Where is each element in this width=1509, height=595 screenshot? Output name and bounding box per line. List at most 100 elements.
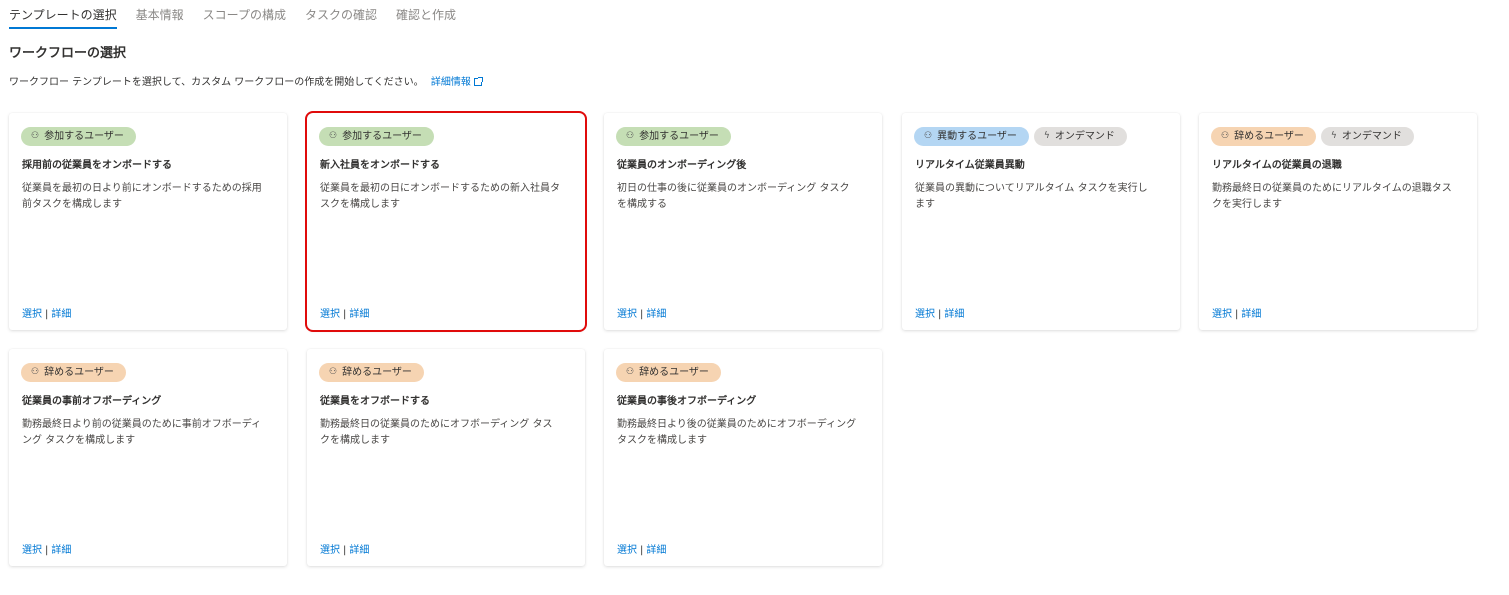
wizard-tabs: テンプレートの選択 基本情報 スコープの構成 タスクの確認 確認と作成 <box>9 6 475 30</box>
template-card[interactable]: ⚇ 参加するユーザー新入社員をオンボードする従業員を最初の日にオンボードするための… <box>305 111 587 332</box>
details-link[interactable]: 詳細 <box>646 309 666 320</box>
category-badge: ⚇ 異動するユーザー <box>914 127 1029 146</box>
page-description: ワークフロー テンプレートを選択して、カスタム ワークフローの作成を開始してくだ… <box>9 73 483 88</box>
details-link[interactable]: 詳細 <box>51 309 71 320</box>
badge-label: 異動するユーザー <box>937 131 1017 142</box>
tab-configure-scope[interactable]: スコープの構成 <box>203 6 286 30</box>
badge-label: オンデマンド <box>1054 131 1115 142</box>
user-group-icon: ⚇ <box>626 131 635 141</box>
card-title: 従業員のオンボーディング後 <box>617 160 747 171</box>
select-link[interactable]: 選択 <box>617 545 637 556</box>
category-badge: ϟ オンデマンド <box>1033 127 1127 146</box>
card-title: 従業員の事後オフボーディング <box>617 396 757 407</box>
card-title: 従業員をオフボードする <box>320 396 430 407</box>
select-link[interactable]: 選択 <box>1212 309 1232 320</box>
card-badges: ⚇ 辞めるユーザー ϟ オンデマンド <box>1211 127 1414 146</box>
card-description: 勤務最終日より前の従業員のために事前オフボーディング タスクを構成します <box>22 419 262 446</box>
select-link[interactable]: 選択 <box>320 545 340 556</box>
select-link[interactable]: 選択 <box>617 309 637 320</box>
card-description: 勤務最終日より後の従業員のためにオフボーディング タスクを構成します <box>617 419 857 446</box>
card-title: リアルタイム従業員異動 <box>915 160 1025 171</box>
template-card[interactable]: ⚇ 辞めるユーザー ϟ オンデマンドリアルタイムの従業員の退職勤務最終日の従業員のため… <box>1199 113 1477 330</box>
badge-label: 参加するユーザー <box>639 131 719 142</box>
user-group-icon: ⚇ <box>31 131 40 141</box>
select-link[interactable]: 選択 <box>22 545 42 556</box>
link-separator: | <box>938 309 942 320</box>
category-badge: ⚇ 辞めるユーザー <box>21 363 126 382</box>
link-separator: | <box>45 545 49 556</box>
template-card[interactable]: ⚇ 参加するユーザー採用前の従業員をオンボードする従業員を最初の日より前にオンボー… <box>9 113 287 330</box>
badge-label: 参加するユーザー <box>44 131 124 142</box>
details-link[interactable]: 詳細 <box>646 545 666 556</box>
badge-label: 辞めるユーザー <box>1234 131 1304 142</box>
template-card[interactable]: ⚇ 参加するユーザー 従業員のオンボーディング後 初日の仕事の後に従業員のオンボーディ… <box>604 113 882 330</box>
link-separator: | <box>343 309 347 320</box>
select-link[interactable]: 選択 <box>22 309 42 320</box>
card-description: 従業員を最初の日より前にオンボードするための採用前タスクを構成します <box>22 183 262 210</box>
details-link[interactable]: 詳細 <box>349 545 369 556</box>
learn-more-label: 詳細情報 <box>430 77 471 88</box>
user-group-icon: ⚇ <box>329 131 338 141</box>
card-links: 選択 | 詳細 <box>617 305 666 320</box>
section-title: ワークフローの選択 <box>9 46 127 61</box>
tab-review-create[interactable]: 確認と作成 <box>396 6 456 30</box>
card-badges: ⚇ 参加するユーザー <box>319 127 434 146</box>
card-title: 新入社員をオンボードする <box>320 160 440 171</box>
badge-label: 辞めるユーザー <box>44 367 114 378</box>
badge-label: オンデマンド <box>1341 131 1402 142</box>
select-link[interactable]: 選択 <box>320 309 340 320</box>
details-link[interactable]: 詳細 <box>944 309 964 320</box>
tab-basic-info[interactable]: 基本情報 <box>136 6 184 30</box>
category-badge: ⚇ 辞めるユーザー <box>1211 127 1316 146</box>
category-badge: ⚇ 参加するユーザー <box>21 127 136 146</box>
card-title: リアルタイムの従業員の退職 <box>1212 160 1342 171</box>
card-badges: ⚇ 辞めるユーザー <box>319 363 424 382</box>
badge-label: 参加するユーザー <box>342 131 422 142</box>
card-description: 勤務最終日の従業員のためにリアルタイムの退職タスクを実行します <box>1212 183 1452 210</box>
details-link[interactable]: 詳細 <box>1241 309 1261 320</box>
external-link-icon <box>473 77 483 86</box>
template-card[interactable]: ⚇ 辞めるユーザー従業員の事後オフボーディング勤務最終日より後の従業員のためにオフ… <box>604 349 882 566</box>
link-separator: | <box>640 545 644 556</box>
category-badge: ⚇ 参加するユーザー <box>319 127 434 146</box>
card-badges: ⚇ 辞めるユーザー <box>616 363 721 382</box>
template-card[interactable]: ⚇ 辞めるユーザー従業員の事前オフボーディング勤務最終日より前の従業員のために事前… <box>9 349 287 566</box>
card-description: 従業員を最初の日にオンボードするための新入社員タスクを構成します <box>320 183 560 210</box>
card-links: 選択 | 詳細 <box>915 305 964 320</box>
link-separator: | <box>343 545 347 556</box>
template-card[interactable]: ⚇ 辞めるユーザー従業員をオフボードする勤務最終日の従業員のためにオフボーディング… <box>307 349 585 566</box>
category-badge: ⚇ 参加するユーザー <box>616 127 731 146</box>
details-link[interactable]: 詳細 <box>349 309 369 320</box>
category-badge: ⚇ 辞めるユーザー <box>319 363 424 382</box>
user-group-icon: ⚇ <box>329 367 338 377</box>
tab-review-tasks[interactable]: タスクの確認 <box>305 6 377 30</box>
card-links: 選択 | 詳細 <box>617 541 666 556</box>
card-badges: ⚇ 参加するユーザー <box>21 127 136 146</box>
card-description: 勤務最終日の従業員のためにオフボーディング タスクを構成します <box>320 419 553 446</box>
card-title: 従業員の事前オフボーディング <box>22 396 162 407</box>
select-link[interactable]: 選択 <box>915 309 935 320</box>
lightning-icon: ϟ <box>1043 131 1050 141</box>
category-badge: ϟ オンデマンド <box>1320 127 1414 146</box>
card-badges: ⚇ 異動するユーザー ϟ オンデマンド <box>914 127 1127 146</box>
card-links: 選択 | 詳細 <box>22 541 71 556</box>
card-title: 採用前の従業員をオンボードする <box>22 160 172 171</box>
card-links: 選択 | 詳細 <box>1212 305 1261 320</box>
category-badge: ⚇ 辞めるユーザー <box>616 363 721 382</box>
learn-more-link[interactable]: 詳細情報 <box>430 77 483 88</box>
link-separator: | <box>640 309 644 320</box>
details-link[interactable]: 詳細 <box>51 545 71 556</box>
template-card[interactable]: ⚇ 異動するユーザー ϟ オンデマンド リアルタイム従業員異動 従業員の異動についてリアル… <box>902 113 1180 330</box>
lightning-icon: ϟ <box>1330 131 1337 141</box>
badge-label: 辞めるユーザー <box>342 367 412 378</box>
description-text: ワークフロー テンプレートを選択して、カスタム ワークフローの作成を開始してくだ… <box>9 77 424 88</box>
card-links: 選択 | 詳細 <box>320 541 369 556</box>
user-group-icon: ⚇ <box>626 367 635 377</box>
card-links: 選択 | 詳細 <box>320 305 369 320</box>
link-separator: | <box>45 309 49 320</box>
user-group-icon: ⚇ <box>1221 131 1230 141</box>
card-links: 選択 | 詳細 <box>22 305 71 320</box>
card-badges: ⚇ 辞めるユーザー <box>21 363 126 382</box>
link-separator: | <box>1235 309 1239 320</box>
tab-select-template[interactable]: テンプレートの選択 <box>9 6 117 29</box>
